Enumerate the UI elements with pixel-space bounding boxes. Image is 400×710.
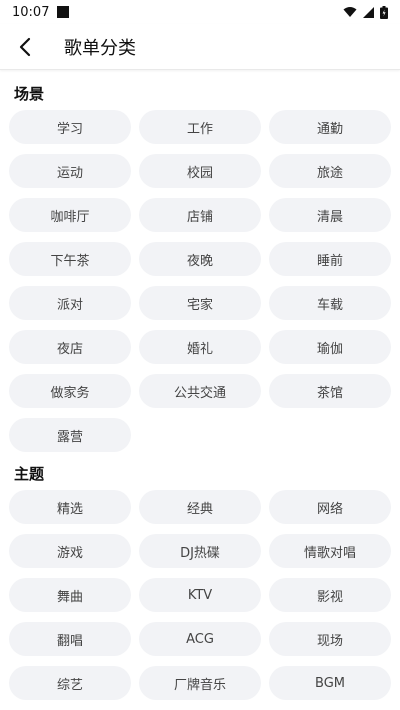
category-chip[interactable]: 清晨 <box>269 198 391 232</box>
status-left: 10:07 <box>12 4 70 20</box>
status-bar: 10:07 <box>0 0 400 24</box>
page-title: 歌单分类 <box>64 37 136 59</box>
category-chip[interactable]: 厂牌音乐 <box>139 666 261 700</box>
category-chip[interactable]: 夜晚 <box>139 242 261 276</box>
category-chip[interactable]: 下午茶 <box>9 242 131 276</box>
category-chip[interactable]: 现场 <box>269 622 391 656</box>
scene-grid: 学习 工作 通勤 运动 校园 旅途 咖啡厅 店铺 清晨 下午茶 夜晚 睡前 派对… <box>0 110 400 452</box>
section-title-theme: 主题 <box>14 465 45 483</box>
category-chip[interactable]: 店铺 <box>139 198 261 232</box>
category-chip[interactable]: 学习 <box>9 110 131 144</box>
back-arrow-icon <box>19 37 31 56</box>
category-chip[interactable]: 睡前 <box>269 242 391 276</box>
status-time: 10:07 <box>12 4 50 20</box>
category-chip[interactable]: 夜店 <box>9 330 131 364</box>
category-chip[interactable]: 舞曲 <box>9 578 131 612</box>
category-chip[interactable]: 综艺 <box>9 666 131 700</box>
category-chip[interactable]: 通勤 <box>269 110 391 144</box>
wifi-icon <box>343 7 357 17</box>
category-chip[interactable]: 运动 <box>9 154 131 188</box>
battery-icon <box>380 5 388 19</box>
category-chip[interactable]: 游戏 <box>9 534 131 568</box>
category-chip[interactable]: 经典 <box>139 490 261 524</box>
category-chip[interactable]: 网络 <box>269 490 391 524</box>
back-button[interactable] <box>0 24 50 70</box>
category-content: 场景 学习 工作 通勤 运动 校园 旅途 咖啡厅 店铺 清晨 下午茶 夜晚 睡前… <box>0 74 400 700</box>
category-chip[interactable]: KTV <box>139 578 261 612</box>
category-chip[interactable]: BGM <box>269 666 391 700</box>
category-chip[interactable]: 茶馆 <box>269 374 391 408</box>
section-title-scene: 场景 <box>14 85 45 103</box>
theme-grid: 精选 经典 网络 游戏 DJ热碟 情歌对唱 舞曲 KTV 影视 翻唱 ACG 现… <box>0 490 400 700</box>
status-right <box>343 5 388 19</box>
category-chip[interactable]: 咖啡厅 <box>9 198 131 232</box>
category-chip[interactable]: 做家务 <box>9 374 131 408</box>
category-chip[interactable]: ACG <box>139 622 261 656</box>
category-chip[interactable]: 宅家 <box>139 286 261 320</box>
notification-icon <box>57 6 70 18</box>
category-chip[interactable]: 婚礼 <box>139 330 261 364</box>
category-chip[interactable]: 车载 <box>269 286 391 320</box>
category-chip[interactable]: 瑜伽 <box>269 330 391 364</box>
signal-icon <box>363 6 374 18</box>
category-chip[interactable]: 公共交通 <box>139 374 261 408</box>
category-chip[interactable]: 校园 <box>139 154 261 188</box>
category-chip[interactable]: 派对 <box>9 286 131 320</box>
category-chip[interactable]: 精选 <box>9 490 131 524</box>
app-header: 歌单分类 <box>0 24 400 70</box>
category-chip[interactable]: 翻唱 <box>9 622 131 656</box>
category-chip[interactable]: 露营 <box>9 418 131 452</box>
category-chip[interactable]: 旅途 <box>269 154 391 188</box>
category-chip[interactable]: DJ热碟 <box>139 534 261 568</box>
category-chip[interactable]: 情歌对唱 <box>269 534 391 568</box>
category-chip[interactable]: 影视 <box>269 578 391 612</box>
category-chip[interactable]: 工作 <box>139 110 261 144</box>
